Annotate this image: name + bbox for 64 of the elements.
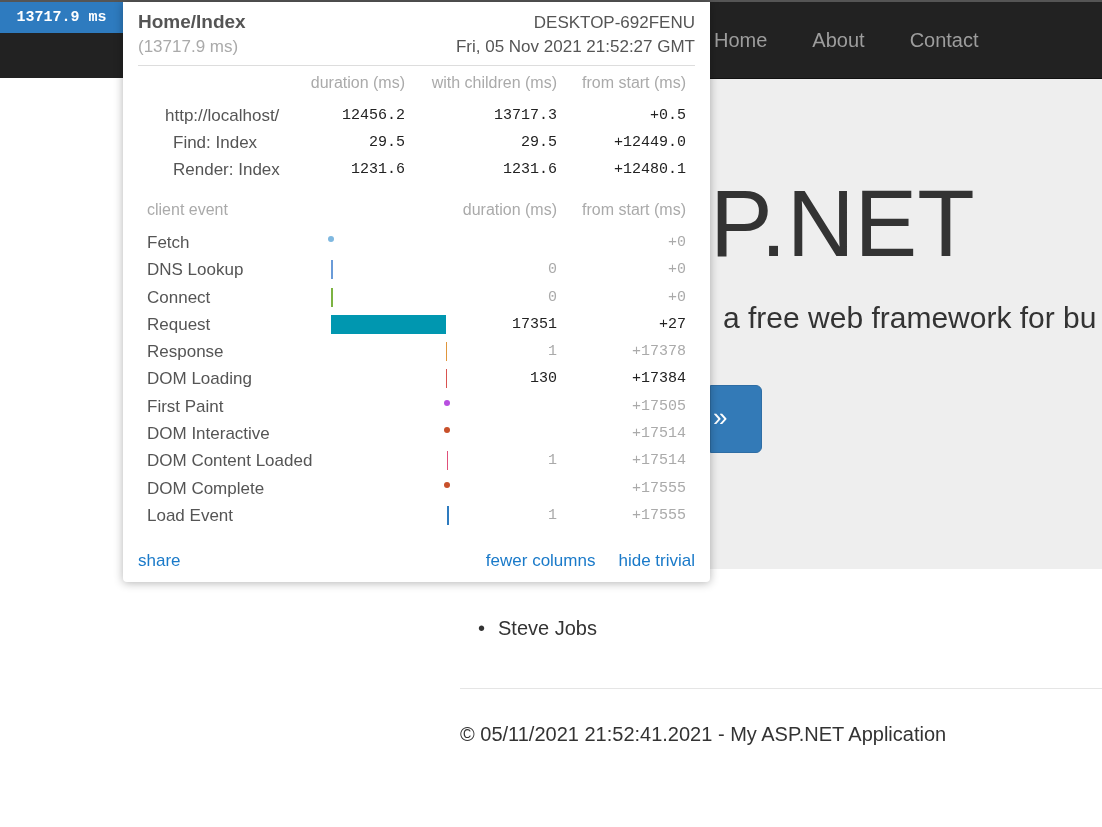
event-name: Request bbox=[147, 314, 211, 334]
table-cell-text: 29.5 bbox=[368, 133, 405, 153]
total-duration: (13717.9 ms) bbox=[138, 37, 239, 57]
nav-link[interactable]: Contact bbox=[909, 28, 979, 52]
event-name: DOM Complete bbox=[147, 478, 265, 498]
table-cell: 1 bbox=[548, 506, 557, 524]
column-header: from start (ms) bbox=[581, 74, 686, 93]
table-cell: +17384 bbox=[632, 370, 686, 388]
table-cell-text: 12456.2 bbox=[341, 106, 405, 126]
event-name: Fetch bbox=[147, 233, 190, 252]
table-cell: 1 bbox=[548, 343, 557, 361]
table-cell: +27 bbox=[659, 315, 686, 333]
toggle-link[interactable]: hide trivial bbox=[618, 551, 695, 572]
step-name: Find: Index bbox=[173, 133, 258, 152]
table-cell-text: 13717.3 bbox=[493, 106, 557, 126]
table-cell: 0 bbox=[548, 288, 557, 306]
timing-badge[interactable]: 13717.9 ms bbox=[0, 2, 123, 33]
table-cell: +17514 bbox=[632, 425, 686, 443]
event-name: DOM Loading bbox=[147, 369, 252, 389]
table-cell: +17505 bbox=[632, 397, 686, 415]
table-cell-text: 1231.6 bbox=[350, 160, 405, 180]
nav-link[interactable]: Home bbox=[714, 28, 768, 52]
event-name: Response bbox=[147, 342, 224, 362]
table-cell-text: +0.5 bbox=[649, 106, 686, 126]
bullet: • bbox=[478, 617, 486, 640]
column-header: with children (ms) bbox=[430, 74, 557, 93]
event-name: DOM Interactive bbox=[147, 424, 270, 444]
table-cell-text: 29.5 bbox=[520, 133, 557, 153]
step-name: http://localhost/ bbox=[165, 106, 280, 125]
table-cell: +17514 bbox=[632, 452, 686, 470]
toggle-link[interactable]: fewer columns bbox=[485, 551, 596, 572]
learn-more-button[interactable]: » bbox=[710, 385, 762, 453]
table-cell: +17555 bbox=[632, 479, 686, 497]
event-name: DOM Content Loaded bbox=[147, 451, 313, 471]
share-link[interactable]: share bbox=[138, 551, 181, 572]
table-cell: 17351 bbox=[512, 315, 557, 333]
list-item: Steve Jobs bbox=[498, 617, 597, 640]
table-cell: 130 bbox=[530, 370, 557, 388]
table-cell: +0 bbox=[668, 288, 686, 306]
column-header: client event bbox=[146, 201, 229, 220]
event-name: Load Event bbox=[147, 505, 233, 525]
nav-link[interactable]: About bbox=[812, 28, 865, 52]
table-cell-text: +12480.1 bbox=[613, 160, 686, 180]
table-cell-text: +12449.0 bbox=[613, 133, 686, 153]
event-name: Connect bbox=[147, 287, 211, 307]
table-cell: 0 bbox=[548, 261, 557, 279]
machine-name: DESKTOP-692FENU bbox=[533, 13, 695, 33]
timestamp: Fri, 05 Nov 2021 21:52:27 GMT bbox=[455, 37, 695, 57]
event-name: First Paint bbox=[147, 396, 224, 416]
footer-text: © 05/11/2021 21:52:41.2021 - My ASP.NET Application bbox=[460, 723, 948, 746]
column-header: duration (ms) bbox=[461, 201, 557, 220]
table-cell: 1 bbox=[548, 452, 557, 470]
table-cell: +0 bbox=[668, 234, 686, 251]
profiler-title: Home/Index bbox=[138, 11, 246, 33]
table-cell-text: 1231.6 bbox=[502, 160, 557, 180]
event-name: DNS Lookup bbox=[147, 260, 244, 280]
hero-lead: a free web framework for bu bbox=[723, 301, 1098, 335]
table-cell: +17378 bbox=[632, 343, 686, 361]
column-header: duration (ms) bbox=[309, 74, 405, 93]
table-cell: +17555 bbox=[632, 506, 686, 524]
step-name: Render: Index bbox=[173, 160, 280, 179]
table-cell: +0 bbox=[668, 261, 686, 279]
column-header: from start (ms) bbox=[581, 201, 686, 220]
hero-heading: P.NET bbox=[710, 177, 976, 271]
